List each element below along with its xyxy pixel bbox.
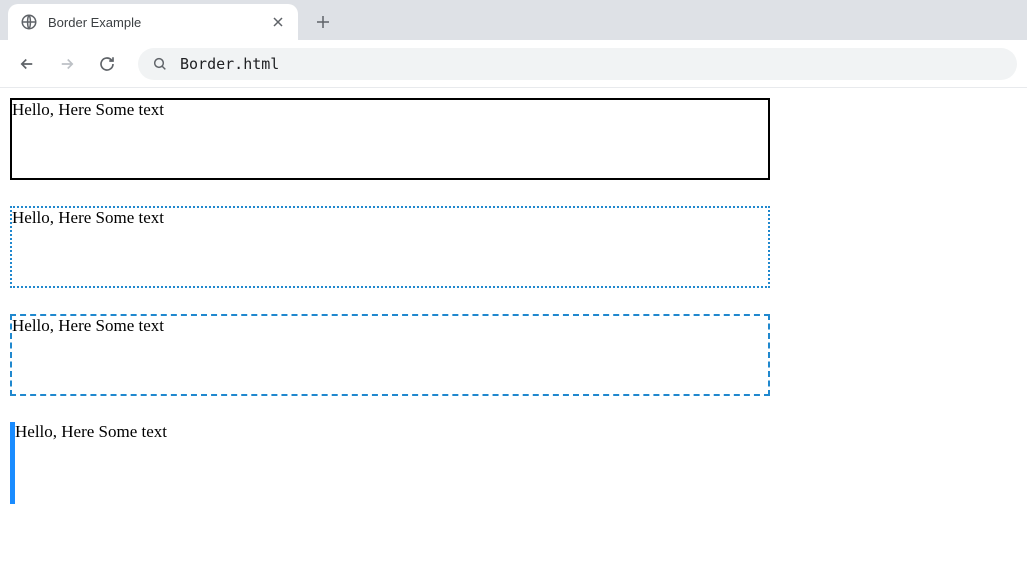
page-content: Hello, Here Some text Hello, Here Some t… bbox=[0, 88, 1027, 540]
search-icon bbox=[152, 56, 168, 72]
reload-button[interactable] bbox=[90, 47, 124, 81]
box-text: Hello, Here Some text bbox=[15, 422, 167, 441]
forward-button[interactable] bbox=[50, 47, 84, 81]
dotted-border-box: Hello, Here Some text bbox=[10, 206, 770, 288]
left-border-box: Hello, Here Some text bbox=[10, 422, 770, 504]
tab-title: Border Example bbox=[48, 15, 260, 30]
reload-icon bbox=[98, 55, 116, 73]
box-text: Hello, Here Some text bbox=[12, 208, 164, 227]
url-text: Border.html bbox=[180, 55, 279, 73]
back-button[interactable] bbox=[10, 47, 44, 81]
close-icon bbox=[273, 17, 283, 27]
plus-icon bbox=[316, 15, 330, 29]
browser-chrome: Border Example bbox=[0, 0, 1027, 88]
tab-bar: Border Example bbox=[0, 0, 1027, 40]
browser-tab[interactable]: Border Example bbox=[8, 4, 298, 40]
solid-border-box: Hello, Here Some text bbox=[10, 98, 770, 180]
toolbar: Border.html bbox=[0, 40, 1027, 88]
arrow-right-icon bbox=[58, 55, 76, 73]
new-tab-button[interactable] bbox=[308, 7, 338, 37]
close-tab-button[interactable] bbox=[270, 14, 286, 30]
address-bar[interactable]: Border.html bbox=[138, 48, 1017, 80]
dashed-border-box: Hello, Here Some text bbox=[10, 314, 770, 396]
globe-icon bbox=[20, 13, 38, 31]
box-text: Hello, Here Some text bbox=[12, 316, 164, 335]
box-text: Hello, Here Some text bbox=[12, 100, 164, 119]
arrow-left-icon bbox=[18, 55, 36, 73]
